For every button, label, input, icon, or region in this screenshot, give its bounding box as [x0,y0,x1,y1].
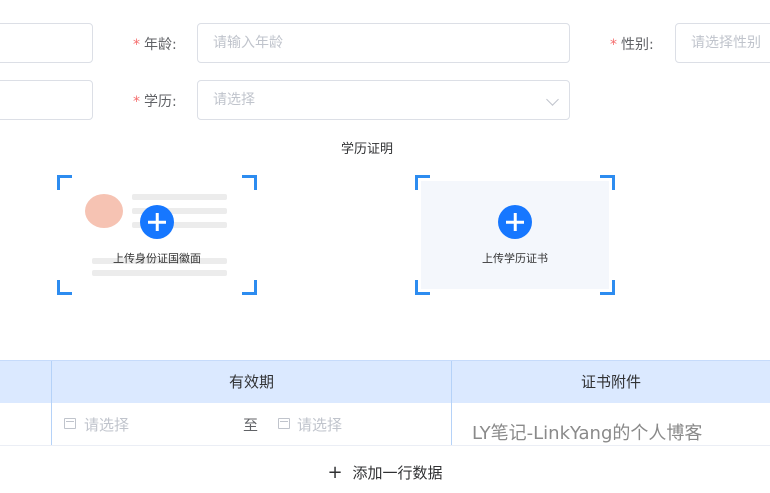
certificate-uploader[interactable]: 上传学历证书 [415,175,615,295]
start-date-input[interactable]: 请选择 [84,414,129,435]
card-line [92,270,227,276]
corner-mark [57,175,72,190]
calendar-icon [64,418,76,429]
age-placeholder: 请输入年龄 [213,35,283,51]
age-input[interactable]: 请输入年龄 [197,23,570,63]
chevron-down-icon [546,93,559,106]
card-line [132,194,227,200]
add-row-button[interactable]: + 添加一行数据 [0,462,770,493]
table-row: 请选择 至 请选择 LY笔记-LinkYang的个人博客 [0,403,770,446]
section-title: 学历证明 [341,142,394,157]
required-mark: * [133,94,140,110]
corner-mark [242,280,257,295]
avatar-blob [85,194,123,228]
plus-icon: + [327,462,343,483]
range-separator: 至 [243,416,259,434]
education-label: * 学历: [133,94,177,110]
corner-mark [600,175,615,190]
column-header-validity: 有效期 [51,361,451,403]
corner-mark [415,175,430,190]
calendar-icon [278,418,290,429]
table-header: 有效期 证书附件 [0,360,770,404]
date-range-cell[interactable]: 请选择 至 请选择 [51,403,451,445]
corner-mark [57,280,72,295]
end-date-input[interactable]: 请选择 [297,414,342,435]
attachment-text: LY笔记-LinkYang的个人博客 [472,423,703,444]
required-mark: * [133,37,140,53]
required-mark: * [610,37,617,53]
plus-circle-icon[interactable] [140,205,174,239]
add-row-label: 添加一行数据 [352,464,443,482]
column-header-attachment: 证书附件 [451,361,770,403]
corner-mark [415,280,430,295]
name-input-partial[interactable] [0,23,93,63]
corner-mark [242,175,257,190]
id-card-uploader[interactable]: 上传身份证国徽面 [57,175,257,295]
gender-select[interactable]: 请选择性别 [675,23,770,63]
education-placeholder: 请选择 [213,92,255,108]
gender-placeholder: 请选择性别 [691,35,761,51]
field-input-partial[interactable] [0,80,93,120]
age-label: * 年龄: [133,37,177,53]
gender-label: * 性别: [610,37,654,53]
id-card-upload-label: 上传身份证国徽面 [113,252,201,265]
corner-mark [600,280,615,295]
certificate-upload-label: 上传学历证书 [482,252,548,265]
attachment-cell[interactable]: LY笔记-LinkYang的个人博客 [451,403,770,445]
plus-circle-icon[interactable] [498,205,532,239]
education-select[interactable]: 请选择 [197,80,570,120]
